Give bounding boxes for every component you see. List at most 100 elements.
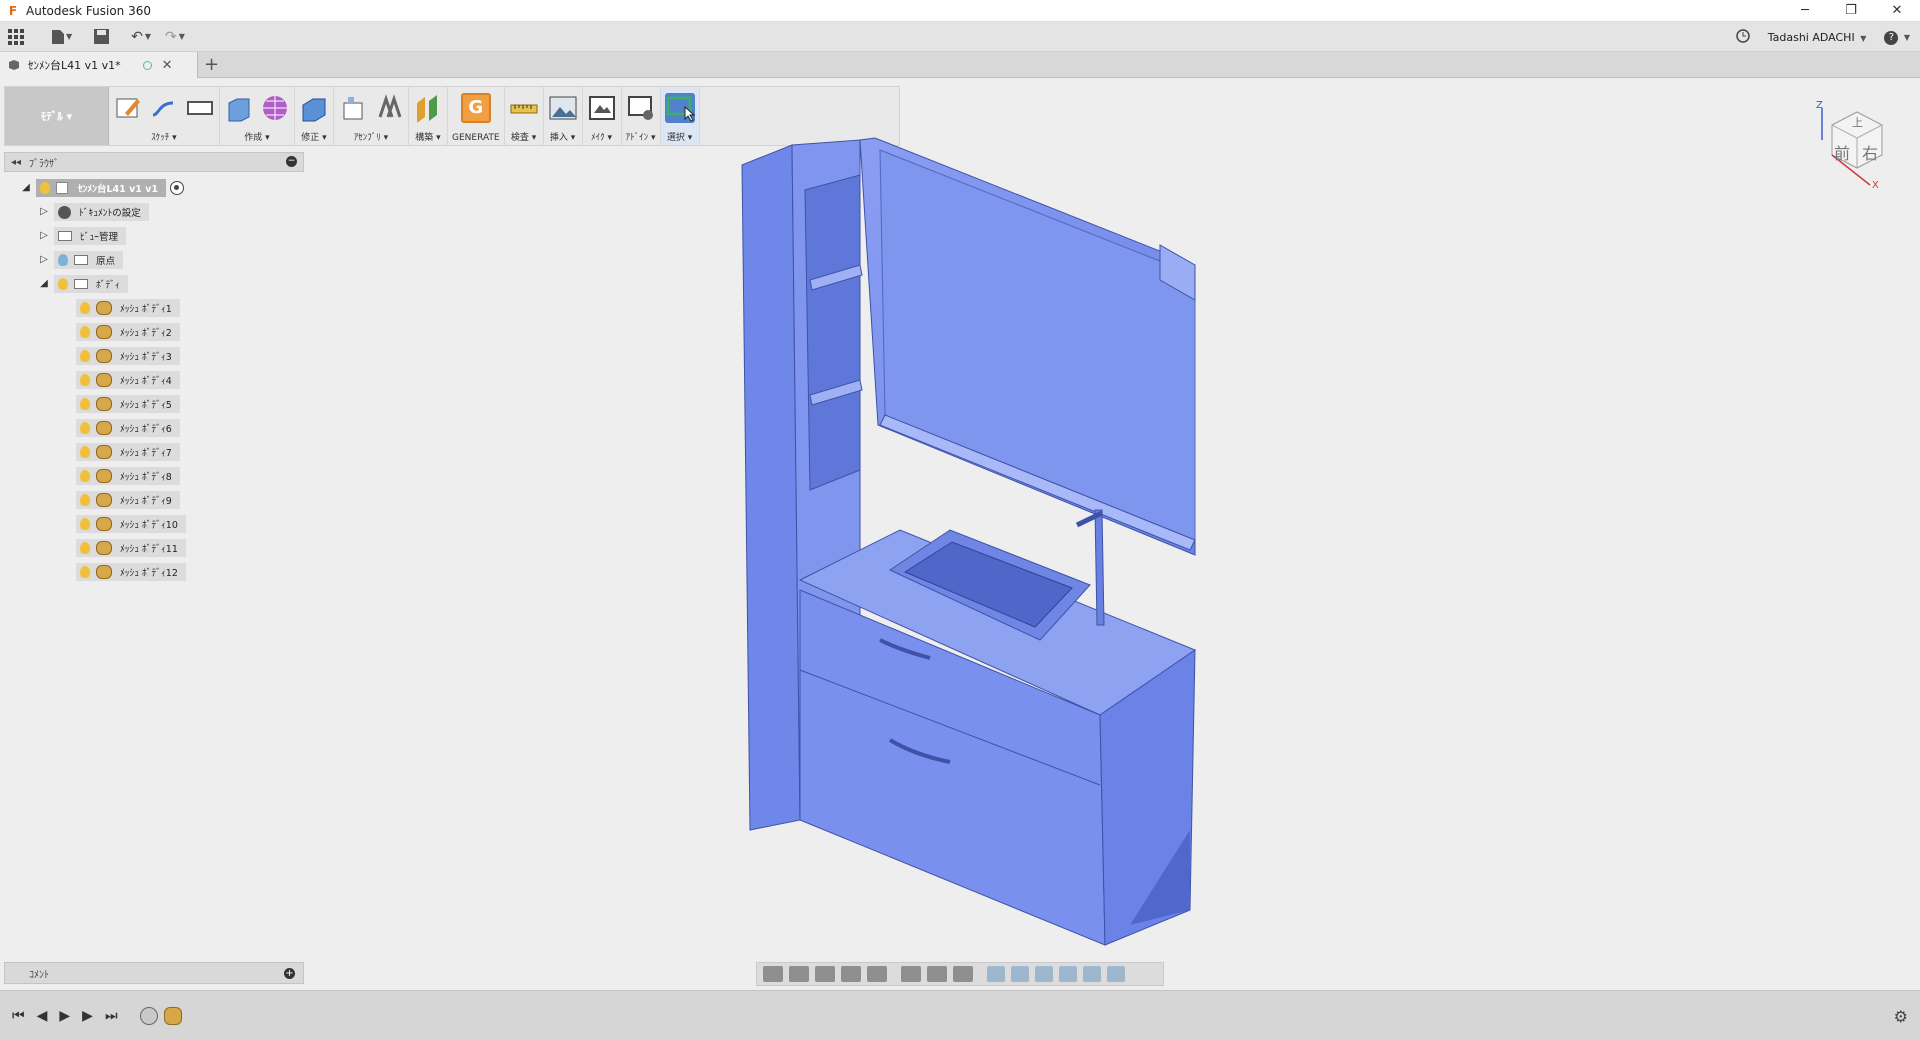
- viewcube-right-label[interactable]: 右: [1862, 140, 1878, 164]
- tree-item-mesh-body[interactable]: ﾒｯｼｭ ﾎﾞﾃﾞｨ4: [76, 370, 180, 390]
- form-mesh-icon[interactable]: [260, 93, 290, 123]
- root-component-chip[interactable]: ｾﾝﾒﾝ台L41 v1 v1: [36, 179, 166, 197]
- data-panel-grid-icon[interactable]: [8, 26, 24, 48]
- toolbar-group-select[interactable]: 選択 ▾: [660, 87, 700, 145]
- visibility-bulb-icon[interactable]: [80, 566, 90, 578]
- collapse-triangle-icon[interactable]: ◢: [38, 278, 50, 290]
- tree-item-mesh-body[interactable]: ﾒｯｼｭ ﾎﾞﾃﾞｨ11: [76, 538, 186, 558]
- tree-chip[interactable]: ﾒｯｼｭ ﾎﾞﾃﾞｨ11: [76, 539, 186, 557]
- pan-hand-icon[interactable]: [815, 966, 835, 982]
- workspace-switcher[interactable]: ﾓﾃﾞﾙ ▾: [5, 87, 109, 145]
- tree-item-mesh-body[interactable]: ﾒｯｼｭ ﾎﾞﾃﾞｨ9: [76, 490, 180, 510]
- tree-item-mesh-body[interactable]: ﾒｯｼｭ ﾎﾞﾃﾞｨ10: [76, 514, 186, 534]
- tree-item-mesh-body[interactable]: ﾒｯｼｭ ﾎﾞﾃﾞｨ8: [76, 466, 180, 486]
- play-icon[interactable]: ▶: [59, 1008, 70, 1024]
- tree-item-origin[interactable]: ▷ 原点: [38, 250, 124, 270]
- go-to-start-icon[interactable]: ⏮: [12, 1008, 25, 1024]
- tree-item-mesh-body[interactable]: ﾒｯｼｭ ﾎﾞﾃﾞｨ3: [76, 346, 180, 366]
- 3d-viewport[interactable]: [700, 130, 1220, 960]
- toolbar-group-addins[interactable]: ｱﾄﾞｲﾝ ▾: [622, 87, 661, 145]
- rectangle-icon[interactable]: [185, 93, 215, 123]
- tree-item-document-settings[interactable]: ▷ ﾄﾞｷｭﾒﾝﾄの設定: [38, 202, 149, 222]
- extrude-icon[interactable]: [224, 93, 254, 123]
- browser-pin-icon[interactable]: −: [286, 156, 297, 167]
- select-window-icon[interactable]: [664, 93, 695, 123]
- shaded-hidden-edges-icon[interactable]: [1035, 966, 1053, 982]
- visibility-bulb-icon[interactable]: [80, 398, 90, 410]
- tree-chip[interactable]: ﾒｯｼｭ ﾎﾞﾃﾞｨ8: [76, 467, 180, 485]
- toolbar-group-construct[interactable]: 構築 ▾: [409, 87, 448, 145]
- visibility-bulb-icon[interactable]: [58, 278, 68, 290]
- press-pull-icon[interactable]: [299, 93, 329, 123]
- expand-triangle-icon[interactable]: ▷: [38, 254, 50, 266]
- step-forward-icon[interactable]: ▶: [82, 1008, 93, 1024]
- toolbar-group-generate[interactable]: G GENERATE: [448, 87, 505, 145]
- timeline-feature-icon[interactable]: [139, 1006, 158, 1025]
- go-to-end-icon[interactable]: ⏭: [105, 1008, 118, 1024]
- timeline-mesh-feature-icon[interactable]: [163, 1006, 182, 1025]
- visibility-bulb-icon[interactable]: [80, 326, 90, 338]
- tree-chip[interactable]: ﾒｯｼｭ ﾎﾞﾃﾞｨ10: [76, 515, 186, 533]
- vanity-model-render[interactable]: [700, 130, 1220, 960]
- timeline-settings-gear-icon[interactable]: ⚙: [1894, 1007, 1908, 1026]
- insert-image-icon[interactable]: [548, 93, 578, 123]
- job-status-clock-icon[interactable]: [1735, 28, 1750, 46]
- minimize-button[interactable]: ─: [1782, 0, 1828, 22]
- tree-item-mesh-body[interactable]: ﾒｯｼｭ ﾎﾞﾃﾞｨ1: [76, 298, 180, 318]
- tree-chip[interactable]: ﾒｯｼｭ ﾎﾞﾃﾞｨ5: [76, 395, 180, 413]
- line-icon[interactable]: [149, 93, 179, 123]
- viewports-icon[interactable]: [953, 966, 973, 982]
- tree-item-mesh-body[interactable]: ﾒｯｼｭ ﾎﾞﾃﾞｨ2: [76, 322, 180, 342]
- wireframe-visible-icon[interactable]: [1107, 966, 1125, 982]
- look-at-icon[interactable]: [789, 966, 809, 982]
- tree-item-mesh-body[interactable]: ﾒｯｼｭ ﾎﾞﾃﾞｨ5: [76, 394, 180, 414]
- step-back-icon[interactable]: ◀: [37, 1008, 48, 1024]
- generative-design-icon[interactable]: G: [460, 93, 491, 123]
- tree-chip[interactable]: ﾒｯｼｭ ﾎﾞﾃﾞｨ3: [76, 347, 180, 365]
- tree-item-mesh-body[interactable]: ﾒｯｼｭ ﾎﾞﾃﾞｨ12: [76, 562, 186, 582]
- visibility-bulb-icon[interactable]: [80, 518, 90, 530]
- toolbar-group-insert[interactable]: 挿入 ▾: [544, 87, 583, 145]
- undo-button[interactable]: ↶ ▼: [131, 26, 151, 48]
- tree-item-mesh-body[interactable]: ﾒｯｼｭ ﾎﾞﾃﾞｨ6: [76, 418, 180, 438]
- viewcube-front-label[interactable]: 前: [1834, 140, 1850, 164]
- offset-plane-icon[interactable]: [413, 93, 443, 123]
- browser-panel-header[interactable]: ◂◂ ﾌﾞﾗｳｻﾞ −: [4, 152, 304, 172]
- wireframe-hidden-icon[interactable]: [1083, 966, 1101, 982]
- create-sketch-icon[interactable]: [113, 93, 143, 123]
- visibility-bulb-icon[interactable]: [80, 494, 90, 506]
- fit-icon[interactable]: [867, 966, 887, 982]
- comments-panel-header[interactable]: ｺﾒﾝﾄ +: [4, 962, 304, 984]
- tree-chip[interactable]: ﾒｯｼｭ ﾎﾞﾃﾞｨ4: [76, 371, 180, 389]
- tree-chip[interactable]: ﾒｯｼｭ ﾎﾞﾃﾞｨ9: [76, 491, 180, 509]
- visibility-bulb-icon[interactable]: [80, 302, 90, 314]
- tree-chip[interactable]: ﾒｯｼｭ ﾎﾞﾃﾞｨ2: [76, 323, 180, 341]
- visibility-bulb-icon[interactable]: [40, 182, 50, 194]
- expand-triangle-icon[interactable]: ▷: [38, 230, 50, 242]
- tree-chip[interactable]: ﾄﾞｷｭﾒﾝﾄの設定: [54, 203, 149, 221]
- visibility-bulb-icon[interactable]: [80, 374, 90, 386]
- tree-chip[interactable]: 原点: [54, 251, 124, 269]
- close-tab-icon[interactable]: ✕: [162, 58, 173, 73]
- toolbar-group-assemble[interactable]: ｱｾﾝﾌﾞﾘ ▾: [334, 87, 409, 145]
- visibility-bulb-icon[interactable]: [80, 422, 90, 434]
- tree-chip[interactable]: ﾒｯｼｭ ﾎﾞﾃﾞｨ12: [76, 563, 186, 581]
- toolbar-group-modify[interactable]: 修正 ▾: [295, 87, 334, 145]
- wireframe-icon[interactable]: [1059, 966, 1077, 982]
- tree-root[interactable]: ◢ ｾﾝﾒﾝ台L41 v1 v1: [20, 178, 184, 198]
- visibility-bulb-icon[interactable]: [80, 446, 90, 458]
- 3d-print-icon[interactable]: [587, 93, 617, 123]
- document-tab[interactable]: ｾﾝﾒﾝ台L41 v1 v1* ✕: [0, 52, 198, 78]
- toolbar-group-sketch[interactable]: ｽｹｯﾁ ▾: [109, 87, 220, 145]
- tree-item-bodies[interactable]: ◢ ﾎﾞﾃﾞｨ: [38, 274, 128, 294]
- close-button[interactable]: ✕: [1874, 0, 1920, 22]
- tree-chip[interactable]: ﾒｯｼｭ ﾎﾞﾃﾞｨ7: [76, 443, 180, 461]
- toolbar-group-inspect[interactable]: 検査 ▾: [505, 87, 544, 145]
- tree-item-named-views[interactable]: ▷ ﾋﾞｭｰ管理: [38, 226, 127, 246]
- help-menu[interactable]: ? ▼: [1884, 30, 1910, 45]
- scripts-addins-icon[interactable]: [626, 93, 656, 123]
- activate-radio-icon[interactable]: [170, 181, 184, 195]
- toolbar-group-create[interactable]: 作成 ▾: [220, 87, 295, 145]
- restore-button[interactable]: ❐: [1828, 0, 1874, 22]
- tree-item-mesh-body[interactable]: ﾒｯｼｭ ﾎﾞﾃﾞｨ7: [76, 442, 180, 462]
